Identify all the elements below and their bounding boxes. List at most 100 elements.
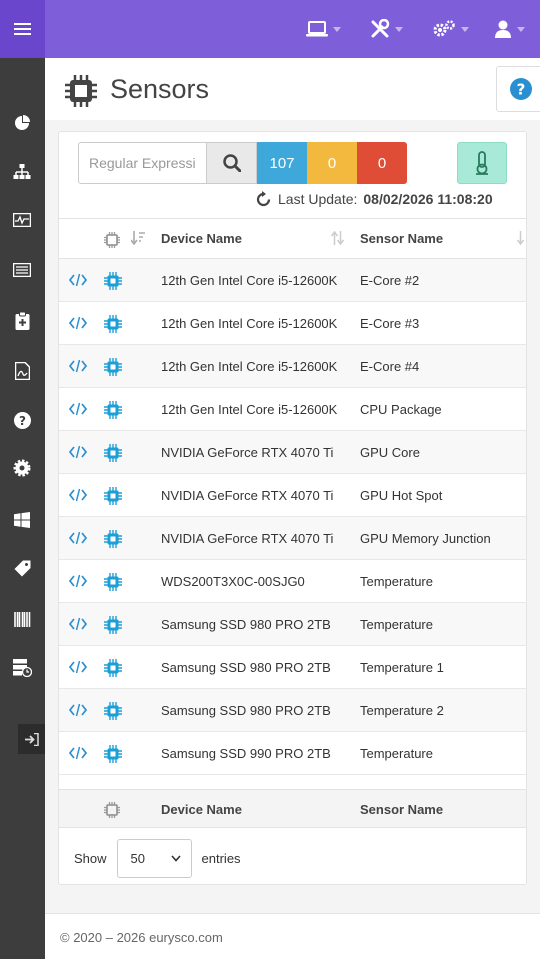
- table-row[interactable]: NVIDIA GeForce RTX 4070 Ti GPU Core: [59, 431, 526, 474]
- footer-column-device: Device Name: [161, 802, 242, 817]
- code-icon[interactable]: [68, 402, 88, 419]
- sidebar-item-charts[interactable]: [12, 113, 32, 133]
- main-content: Sensors ? 107 0 0 Last Update: 08/02/202…: [45, 58, 540, 959]
- sort-icon[interactable]: [517, 231, 525, 245]
- help-button[interactable]: ?: [496, 66, 540, 112]
- sidebar-item-clipboard[interactable]: [12, 311, 32, 331]
- code-icon[interactable]: [68, 316, 88, 333]
- barcode-icon: [13, 611, 30, 627]
- sensor-filter-button[interactable]: [457, 142, 507, 184]
- device-name-cell: 12th Gen Intel Core i5-12600K: [161, 273, 338, 288]
- search-input[interactable]: [78, 142, 207, 184]
- sensor-name-cell: Temperature: [360, 617, 433, 632]
- table-row[interactable]: 12th Gen Intel Core i5-12600K E-Core #2: [59, 259, 526, 302]
- refresh-icon[interactable]: [255, 190, 272, 208]
- footer-column-sensor: Sensor Name: [360, 802, 444, 817]
- cog-icon: [13, 459, 31, 477]
- tools-menu[interactable]: [370, 17, 403, 41]
- chip-icon: [104, 444, 122, 465]
- chip-icon: [104, 487, 122, 508]
- code-icon[interactable]: [68, 660, 88, 677]
- sort-desc-icon[interactable]: [131, 231, 145, 245]
- code-icon[interactable]: [68, 531, 88, 548]
- computer-menu[interactable]: [306, 17, 341, 41]
- chip-icon: [104, 573, 122, 594]
- sensor-name-cell: Temperature 1: [360, 660, 444, 675]
- chip-icon: [104, 358, 122, 379]
- code-icon[interactable]: [68, 445, 88, 462]
- svg-text:?: ?: [517, 81, 526, 99]
- windows-icon: [14, 512, 30, 528]
- table-header: Device Name Sensor Name: [59, 218, 526, 259]
- settings-menu[interactable]: [432, 17, 469, 41]
- chevron-down-icon: [461, 26, 469, 32]
- sidebar-item-reports[interactable]: [12, 361, 32, 381]
- search-button[interactable]: [206, 142, 257, 184]
- code-icon[interactable]: [68, 746, 88, 763]
- sitemap-icon: [13, 164, 31, 179]
- table-row[interactable]: Samsung SSD 980 PRO 2TB Temperature 1: [59, 646, 526, 689]
- sensor-name-cell: E-Core #4: [360, 359, 420, 374]
- tools-icon: [371, 19, 390, 38]
- chip-icon: [104, 745, 122, 766]
- table-row[interactable]: WDS200T3X0C-00SJG0 Temperature: [59, 560, 526, 603]
- table-row[interactable]: NVIDIA GeForce RTX 4070 Ti GPU Hot Spot: [59, 474, 526, 517]
- sidebar-item-scheduler[interactable]: [12, 658, 32, 678]
- chip-icon[interactable]: [104, 232, 120, 248]
- table-body: 12th Gen Intel Core i5-12600K E-Core #2 12…: [59, 259, 526, 789]
- copyright: © 2020 – 2026 eurysco.com: [60, 930, 223, 945]
- device-name-cell: 12th Gen Intel Core i5-12600K: [161, 359, 338, 374]
- error-count-badge[interactable]: 0: [357, 142, 407, 184]
- sensor-name-cell: GPU Hot Spot: [360, 488, 443, 503]
- page-footer: © 2020 – 2026 eurysco.com: [45, 913, 540, 959]
- chevron-down-icon: [170, 854, 181, 862]
- device-name-cell: Samsung SSD 980 PRO 2TB: [161, 617, 331, 632]
- page-length-value: 50: [130, 850, 145, 866]
- device-name-cell: Samsung SSD 980 PRO 2TB: [161, 703, 331, 718]
- device-name-cell: 12th Gen Intel Core i5-12600K: [161, 316, 338, 331]
- table-row[interactable]: Samsung SSD 980 PRO 2TB Temperature: [59, 603, 526, 646]
- table-row[interactable]: 12th Gen Intel Core i5-12600K E-Core #4: [59, 345, 526, 388]
- device-name-cell: NVIDIA GeForce RTX 4070 Ti: [161, 488, 334, 503]
- column-header-sensor[interactable]: Sensor Name: [360, 231, 443, 246]
- sidebar-item-network[interactable]: [12, 162, 32, 182]
- device-name-cell: WDS200T3X0C-00SJG0: [161, 574, 305, 589]
- chip-icon: [104, 401, 122, 422]
- clipboard-plus-icon: [15, 312, 29, 330]
- code-icon[interactable]: [68, 703, 88, 720]
- ok-count-badge[interactable]: 107: [257, 142, 307, 184]
- code-icon[interactable]: [68, 488, 88, 505]
- code-icon[interactable]: [68, 273, 88, 290]
- chevron-down-icon: [395, 26, 403, 32]
- table-row[interactable]: NVIDIA GeForce RTX 4070 Ti GPU Memory Jun…: [59, 517, 526, 560]
- sensor-name-cell: CPU Package: [360, 402, 442, 417]
- column-header-device[interactable]: Device Name: [161, 231, 242, 246]
- code-icon[interactable]: [68, 617, 88, 634]
- page-length-select[interactable]: 50: [116, 838, 192, 878]
- table-row[interactable]: 12th Gen Intel Core i5-12600K CPU Package: [59, 388, 526, 431]
- hamburger-icon[interactable]: [0, 0, 45, 58]
- sidebar-item-list[interactable]: [12, 260, 32, 280]
- sidebar-item-settings[interactable]: [12, 458, 32, 478]
- table-row[interactable]: Samsung SSD 990 PRO 2TB Temperature: [59, 732, 526, 775]
- user-menu[interactable]: [494, 17, 525, 41]
- sidebar-item-tags[interactable]: [12, 558, 32, 578]
- sidebar-item-help[interactable]: ?: [12, 410, 32, 430]
- page-header: Sensors ?: [45, 58, 540, 120]
- warning-count-badge[interactable]: 0: [307, 142, 357, 184]
- chevron-down-icon: [517, 26, 525, 32]
- svg-text:?: ?: [19, 414, 26, 428]
- table-row[interactable]: 12th Gen Intel Core i5-12600K E-Core #3: [59, 302, 526, 345]
- sidebar-item-inventory[interactable]: [12, 609, 32, 629]
- chip-icon: [104, 702, 122, 723]
- code-icon[interactable]: [68, 359, 88, 376]
- sidebar-item-monitor[interactable]: [12, 210, 32, 230]
- sidebar-collapse-button[interactable]: [18, 724, 45, 754]
- sort-icon[interactable]: [331, 231, 344, 245]
- sidebar-item-windows[interactable]: [12, 510, 32, 530]
- table-row[interactable]: Samsung SSD 980 PRO 2TB Temperature 2: [59, 689, 526, 732]
- chip-icon: [65, 75, 97, 107]
- sensor-name-cell: Temperature: [360, 746, 433, 761]
- thermometer-icon: [476, 151, 488, 175]
- code-icon[interactable]: [68, 574, 88, 591]
